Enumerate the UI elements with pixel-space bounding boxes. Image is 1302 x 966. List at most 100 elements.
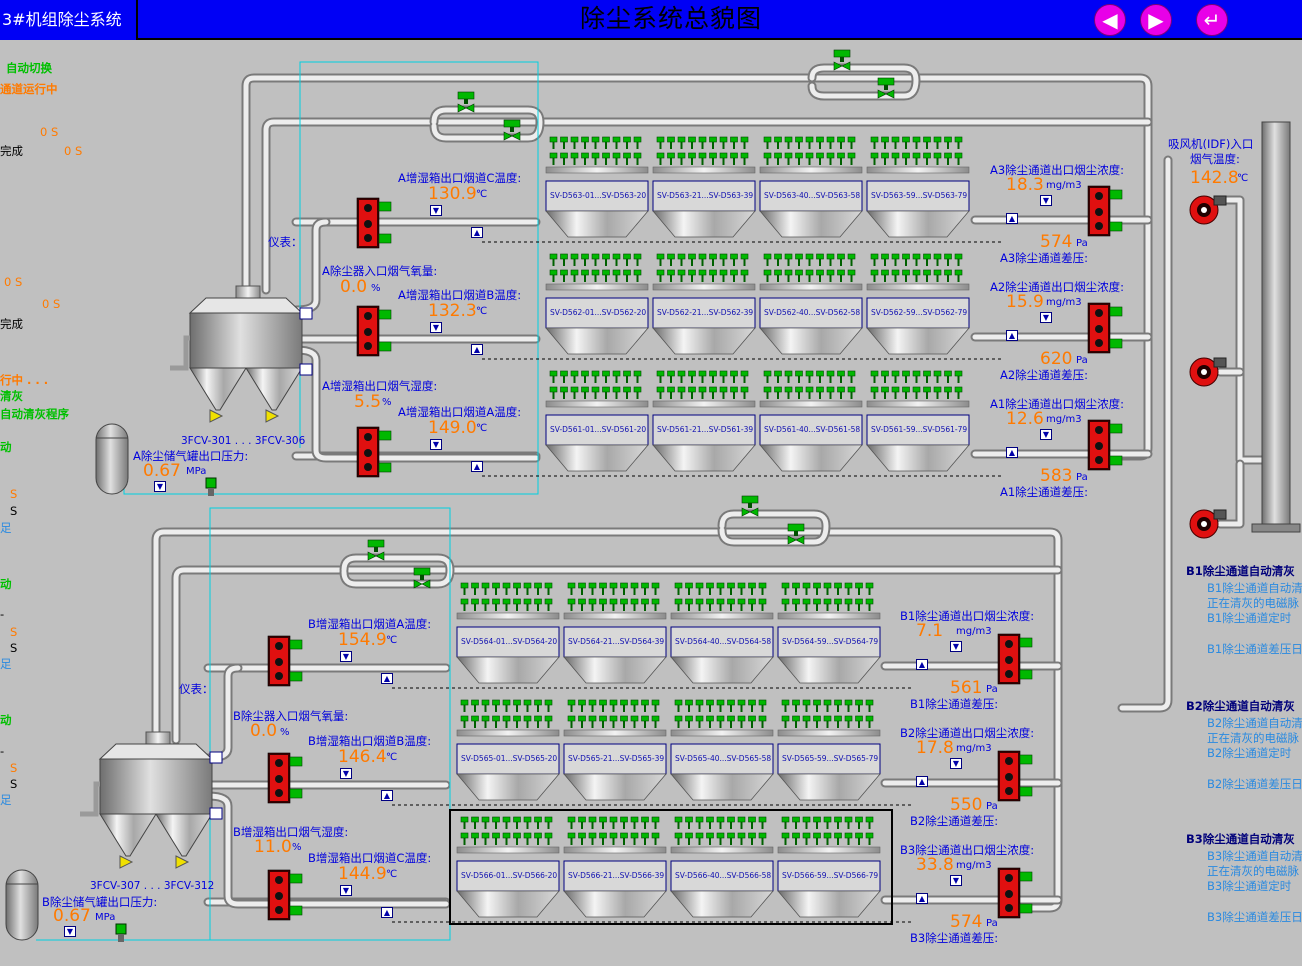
duct-inlet-dp-button[interactable]: ▲ xyxy=(381,790,393,801)
filter-module-label[interactable]: SV-D564-40...SV-D564-58 xyxy=(675,635,771,648)
green-solenoid-valve-icon xyxy=(481,816,490,823)
solenoid-stem xyxy=(947,275,949,282)
filter-module-label[interactable]: SV-D564-21...SV-D564-39 xyxy=(568,635,664,648)
green-solenoid-valve-icon xyxy=(513,582,521,589)
outlet-dust-trend-button[interactable]: ▼ xyxy=(1040,312,1052,323)
tank-a-detail-button[interactable]: ▼ xyxy=(154,481,166,492)
green-solenoid-valve-icon xyxy=(709,136,717,143)
filter-module-label[interactable]: SV-D566-01...SV-D566-20 xyxy=(461,869,557,882)
solenoid-stem xyxy=(798,392,800,399)
outlet-dust-trend-button[interactable]: ▼ xyxy=(950,758,962,769)
duct-temp-trend-button[interactable]: ▼ xyxy=(340,768,352,779)
duct-temp-trend-button[interactable]: ▼ xyxy=(430,322,442,333)
filter-module-label[interactable]: SV-D563-21...SV-D563-39 xyxy=(657,189,753,202)
solenoid-stem xyxy=(719,705,722,712)
green-solenoid-valve-icon xyxy=(740,136,749,143)
green-solenoid-valve-icon xyxy=(502,699,511,706)
duct-inlet-dp-button[interactable]: ▲ xyxy=(381,907,393,918)
solenoid-stem xyxy=(463,588,466,595)
solenoid-stem xyxy=(795,721,797,728)
filter-module-label[interactable]: SV-D562-21...SV-D562-39 xyxy=(657,306,753,319)
filter-module-label[interactable]: SV-D562-40...SV-D562-58 xyxy=(764,306,860,319)
solenoid-stem xyxy=(777,259,779,266)
green-solenoid-valve-icon xyxy=(549,269,558,276)
duct-inlet-dp-button[interactable]: ▲ xyxy=(471,227,483,238)
duct-inlet-dp-button[interactable]: ▲ xyxy=(471,461,483,472)
timer-c-2: S xyxy=(10,777,18,791)
green-solenoid-valve-icon xyxy=(737,715,746,722)
solenoid-stem xyxy=(680,259,683,266)
filter-module-label[interactable]: SV-D561-21...SV-D561-39 xyxy=(657,423,753,436)
green-solenoid-valve-icon xyxy=(816,152,824,159)
duct-inlet-dp-button[interactable]: ▲ xyxy=(471,344,483,355)
duct-temp-trend-button[interactable]: ▼ xyxy=(340,651,352,662)
outlet-dust-trend-button[interactable]: ▼ xyxy=(1040,195,1052,206)
green-solenoid-valve-icon xyxy=(823,699,832,706)
timer-a-1: S xyxy=(10,487,18,501)
tank-pressure-unit-a: MPa xyxy=(186,466,207,477)
filter-module-label[interactable]: SV-D565-21...SV-D565-39 xyxy=(568,752,664,765)
solenoid-stem xyxy=(644,588,646,595)
red-damper-valve-icon xyxy=(356,305,392,357)
dust-filter-module xyxy=(759,370,863,472)
green-solenoid-valve-icon xyxy=(834,816,842,823)
solenoid-stem xyxy=(719,838,722,845)
filter-module-label[interactable]: SV-D562-59...SV-D562-79 xyxy=(871,306,967,319)
filter-module-label[interactable]: SV-D566-59...SV-D566-79 xyxy=(782,869,878,882)
outlet-dust-trend-button[interactable]: ▼ xyxy=(1040,429,1052,440)
outlet-dust-trend-button[interactable]: ▼ xyxy=(950,641,962,652)
filter-module-label[interactable]: SV-D563-01...SV-D563-20 xyxy=(550,189,646,202)
filter-module-label[interactable]: SV-D565-59...SV-D565-79 xyxy=(782,752,878,765)
dust-filter-module xyxy=(456,582,560,684)
solenoid-stem xyxy=(516,705,518,712)
green-solenoid-valve-icon xyxy=(813,582,821,589)
header-pipe xyxy=(866,400,970,408)
green-solenoid-valve-icon xyxy=(933,386,942,393)
solenoid-stem xyxy=(526,838,529,845)
green-solenoid-valve-icon xyxy=(599,816,607,823)
outlet-dp-trend-button[interactable]: ▲ xyxy=(1006,447,1018,458)
tank-b-detail-button[interactable]: ▼ xyxy=(64,926,76,937)
outlet-dp-trend-button[interactable]: ▲ xyxy=(916,893,928,904)
filter-module-label[interactable]: SV-D563-40...SV-D563-58 xyxy=(764,189,860,202)
solenoid-stem xyxy=(787,376,790,383)
solenoid-stem xyxy=(798,259,800,266)
solenoid-stem xyxy=(777,158,779,165)
filter-module-label[interactable]: SV-D561-40...SV-D561-58 xyxy=(764,423,860,436)
outlet-dp-trend-button[interactable]: ▲ xyxy=(916,659,928,670)
outlet-dp-trend-button[interactable]: ▲ xyxy=(1006,330,1018,341)
duct-temp-trend-button[interactable]: ▼ xyxy=(340,885,352,896)
filter-module-label[interactable]: SV-D562-01...SV-D562-20 xyxy=(550,306,646,319)
filter-module-label[interactable]: SV-D564-01...SV-D564-20 xyxy=(461,635,557,648)
duct-inlet-dp-button[interactable]: ▲ xyxy=(381,673,393,684)
duct-temp-trend-button[interactable]: ▼ xyxy=(430,439,442,450)
green-solenoid-valve-icon xyxy=(685,699,693,706)
duct-temp-trend-button[interactable]: ▼ xyxy=(430,205,442,216)
solenoid-stem xyxy=(701,275,704,282)
filter-module-label[interactable]: SV-D565-01...SV-D565-20 xyxy=(461,752,557,765)
channel-dp-unit: Pa xyxy=(986,801,998,812)
filter-module-label[interactable]: SV-D561-59...SV-D561-79 xyxy=(871,423,967,436)
solenoid-stem xyxy=(644,721,646,728)
filter-module-label[interactable]: SV-D564-59...SV-D564-79 xyxy=(782,635,878,648)
solenoid-stem xyxy=(740,721,743,728)
solenoid-stem xyxy=(858,721,860,728)
green-solenoid-valve-icon xyxy=(677,370,686,377)
solenoid-stem xyxy=(594,142,597,149)
green-solenoid-valve-icon xyxy=(588,582,597,589)
filter-module-label[interactable]: SV-D563-59...SV-D563-79 xyxy=(871,189,967,202)
filter-module-label[interactable]: SV-D561-01...SV-D561-20 xyxy=(550,423,646,436)
filter-module-label[interactable]: SV-D565-40...SV-D565-58 xyxy=(675,752,771,765)
outlet-dp-trend-button[interactable]: ▲ xyxy=(1006,213,1018,224)
header-pipe xyxy=(545,283,649,291)
solenoid-stem xyxy=(858,588,860,595)
solenoid-stem xyxy=(784,705,787,712)
b-channel-timer: B2除尘通道定时 xyxy=(1207,746,1292,760)
filter-module-label[interactable]: SV-D566-21...SV-D566-39 xyxy=(568,869,664,882)
green-solenoid-valve-icon xyxy=(588,598,597,605)
green-solenoid-valve-icon xyxy=(641,816,649,823)
filter-hopper xyxy=(759,327,863,355)
outlet-dp-trend-button[interactable]: ▲ xyxy=(916,776,928,787)
filter-module-label[interactable]: SV-D566-40...SV-D566-58 xyxy=(675,869,771,882)
outlet-dust-trend-button[interactable]: ▼ xyxy=(950,875,962,886)
